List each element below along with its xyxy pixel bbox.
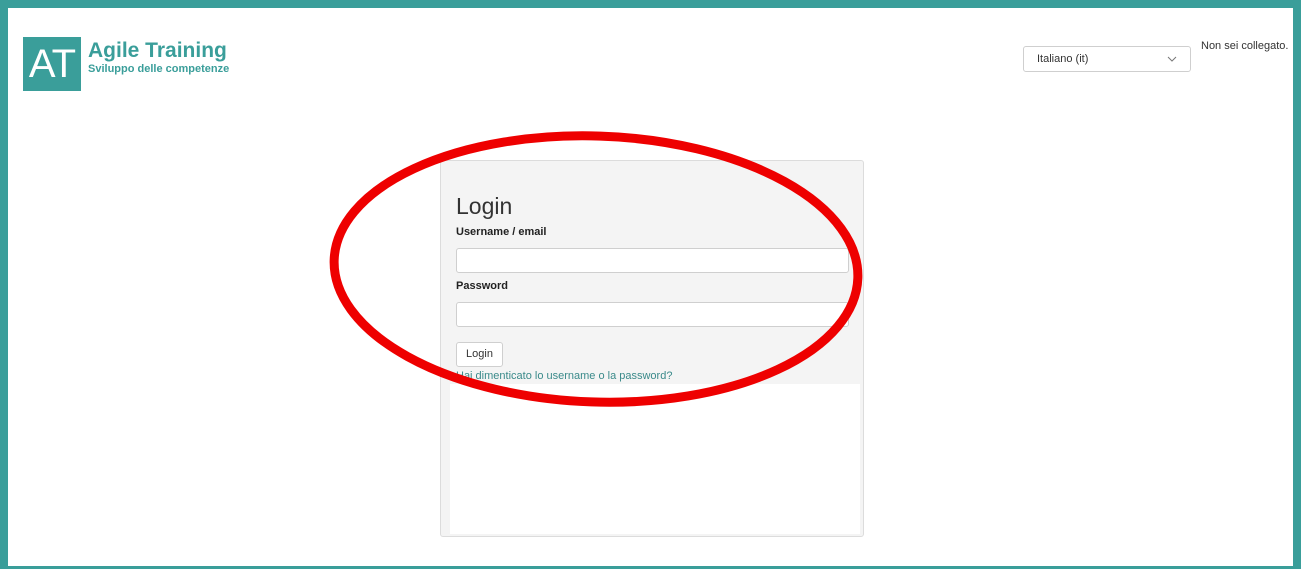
- forgot-password-link[interactable]: Hai dimenticato lo username o la passwor…: [456, 370, 672, 382]
- username-label: Username / email: [456, 226, 547, 238]
- password-input[interactable]: [456, 302, 849, 327]
- logo-title: Agile Training: [88, 39, 227, 62]
- password-label: Password: [456, 280, 508, 292]
- logo-text: Agile Training Sviluppo delle competenze: [88, 40, 229, 76]
- chevron-down-icon: [1167, 47, 1177, 81]
- login-panel: Login Username / email Password Login Ha…: [440, 160, 864, 537]
- login-status-text: Non sei collegato.: [1201, 40, 1289, 52]
- language-select-value: Italiano (it): [1037, 53, 1089, 65]
- logo-subtitle: Sviluppo delle competenze: [88, 63, 230, 75]
- language-select[interactable]: Italiano (it): [1023, 46, 1191, 72]
- site-logo[interactable]: AT Agile Training Sviluppo delle compete…: [23, 37, 229, 91]
- login-title: Login: [456, 193, 513, 219]
- login-button[interactable]: Login: [456, 342, 503, 367]
- username-input[interactable]: [456, 248, 849, 273]
- login-panel-lower: [450, 384, 860, 534]
- logo-mark: AT: [23, 37, 81, 91]
